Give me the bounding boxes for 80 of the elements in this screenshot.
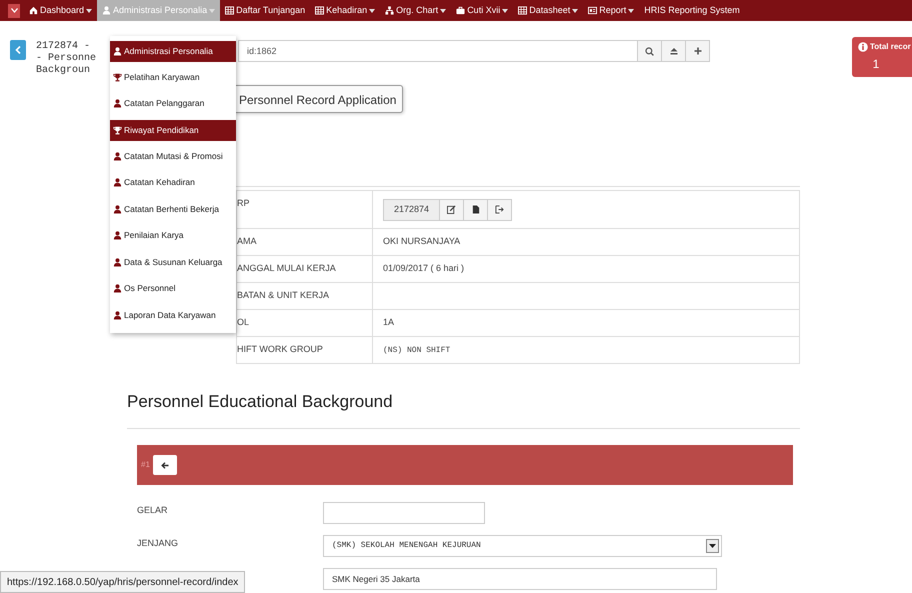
dropdown-menu-item[interactable]: Laporan Data Karyawan xyxy=(110,302,236,328)
field-label: JENJANG xyxy=(137,537,178,550)
menu-toggle-button[interactable] xyxy=(8,4,20,18)
section-heading: Personnel Educational Background xyxy=(127,391,393,413)
record-title: 2172874 - xyxy=(36,41,92,53)
nav-menu-item[interactable]: Kehadiran xyxy=(310,0,380,21)
field-value: 01/09/2017 ( 6 hari ) xyxy=(383,263,464,274)
eject-icon xyxy=(670,47,678,55)
field-label: AMA xyxy=(236,228,372,256)
person-icon xyxy=(113,152,122,161)
search-icon xyxy=(645,46,654,56)
nav-menu-item[interactable]: Daftar Tunjangan xyxy=(220,0,310,21)
nav-menu-item[interactable]: HRIS Reporting System xyxy=(639,0,745,21)
person-icon xyxy=(113,47,122,56)
table-icon xyxy=(518,6,528,15)
back-button[interactable] xyxy=(152,455,177,475)
trophy-icon xyxy=(113,72,122,82)
document-icon xyxy=(472,205,480,214)
dropdown-field[interactable]: (SMK) SEKOLAH MENENGAH KEJURUAN xyxy=(323,535,722,557)
input-field[interactable]: SMK Negeri 35 Jakarta xyxy=(323,568,717,590)
dropdown-menu-item[interactable]: Data & Susunan Keluarga xyxy=(110,249,236,276)
sitemap-icon xyxy=(385,6,394,15)
nav-menu-item[interactable]: Report xyxy=(583,0,640,21)
nav-menu-item[interactable]: Datasheet xyxy=(513,0,584,21)
person-icon xyxy=(113,258,122,267)
employee-id-field: 2172874 xyxy=(383,198,440,220)
sign-out-button[interactable] xyxy=(488,198,512,220)
person-icon xyxy=(113,99,122,108)
nav-menu-item[interactable]: Org. Chart xyxy=(380,0,452,21)
dropdown-menu-item[interactable]: Penilaian Karya xyxy=(110,222,236,249)
person-icon xyxy=(113,310,122,320)
trophy-icon xyxy=(113,126,122,135)
search-button[interactable] xyxy=(638,40,662,62)
dropdown-menu-item[interactable]: Catatan Berhenti Bekerja xyxy=(110,196,236,222)
field-value: OKI NURSANJAYA xyxy=(383,236,460,246)
person-icon xyxy=(113,204,122,214)
dropdown-menu-item[interactable]: Catatan Mutasi & Promosi xyxy=(110,143,236,170)
input-field[interactable] xyxy=(323,502,485,524)
caret-icon xyxy=(709,544,716,548)
edit-icon xyxy=(447,205,456,214)
person-icon xyxy=(113,231,122,240)
nav-menu-item[interactable]: Dashboard xyxy=(24,0,98,21)
total-records-count: 1 xyxy=(872,56,880,73)
field-value: 1A xyxy=(383,317,394,328)
dropdown-menu-item[interactable]: Catatan Kehadiran xyxy=(110,170,236,196)
dropdown-menu-item[interactable]: Os Personnel xyxy=(110,276,236,302)
exit-icon xyxy=(495,205,504,214)
chevron-down-icon xyxy=(10,8,18,13)
dropdown-menu-item[interactable]: Administrasi Personalia xyxy=(110,41,236,62)
document-button[interactable] xyxy=(464,198,488,220)
add-button[interactable] xyxy=(686,40,710,62)
eject-button[interactable] xyxy=(662,40,686,62)
status-bar-url: https://192.168.0.50/yap/hris/personnel-record/index xyxy=(0,571,246,593)
record-title: Backgroun xyxy=(36,65,92,77)
field-value: (NS) NON SHIFT xyxy=(383,346,450,355)
record-number: #1 xyxy=(141,459,150,471)
table-icon xyxy=(315,6,324,15)
field-label: BATAN & UNIT KERJA xyxy=(236,282,372,310)
person-icon xyxy=(113,284,122,294)
field-label: HIFT WORK GROUP xyxy=(236,336,372,364)
field-label: OL xyxy=(236,310,372,336)
search-field[interactable]: id:1862 xyxy=(238,40,638,62)
field-label: GELAR xyxy=(137,504,168,517)
total-records-label: Total recor xyxy=(870,41,911,53)
plus-icon xyxy=(694,47,702,55)
dropdown-menu-item[interactable]: Riwayat Pendidikan xyxy=(110,120,236,141)
arrow-left-icon xyxy=(160,462,169,468)
field-label: RP xyxy=(236,190,372,228)
nav-menu-item[interactable]: Cuti Xvii xyxy=(451,0,514,21)
edit-button[interactable] xyxy=(440,198,464,220)
table-icon xyxy=(225,6,234,15)
info-icon xyxy=(858,42,868,52)
briefcase-icon xyxy=(456,6,466,15)
person-icon xyxy=(102,6,112,15)
home-icon xyxy=(29,6,38,15)
card-icon xyxy=(588,6,598,15)
person-icon xyxy=(113,178,122,188)
record-title: - Personne xyxy=(36,53,96,64)
field-label: ANGGAL MULAI KERJA xyxy=(236,256,372,282)
chevron-left-icon xyxy=(15,46,21,54)
